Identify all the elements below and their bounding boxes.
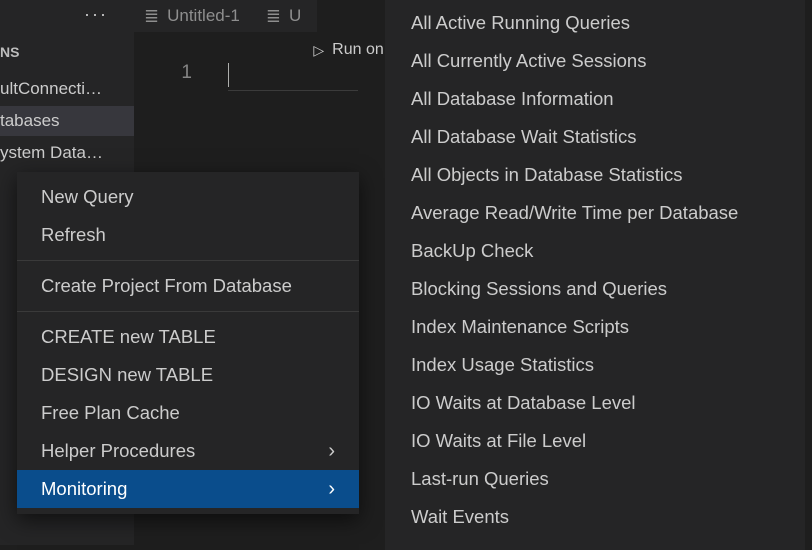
menu-monitoring[interactable]: Monitoring › bbox=[17, 470, 359, 508]
menu-label: Index Usage Statistics bbox=[411, 354, 594, 376]
submenu-item[interactable]: IO Waits at Database Level bbox=[385, 384, 805, 422]
menu-label: New Query bbox=[41, 186, 134, 208]
menu-refresh[interactable]: Refresh bbox=[17, 216, 359, 254]
menu-label: CREATE new TABLE bbox=[41, 326, 216, 348]
menu-label: Create Project From Database bbox=[41, 275, 292, 297]
more-icon[interactable]: ··· bbox=[84, 4, 108, 25]
submenu-item[interactable]: Index Usage Statistics bbox=[385, 346, 805, 384]
tab-untitled-2[interactable]: ≣ U bbox=[256, 0, 317, 32]
menu-new-query[interactable]: New Query bbox=[17, 178, 359, 216]
menu-label: Index Maintenance Scripts bbox=[411, 316, 629, 338]
tab-label: Untitled-1 bbox=[167, 6, 240, 26]
menu-separator bbox=[17, 260, 359, 261]
tree-label: ultConnecti… bbox=[0, 79, 102, 99]
submenu-item[interactable]: Wait Events bbox=[385, 498, 805, 536]
menu-label: IO Waits at File Level bbox=[411, 430, 586, 452]
menu-label: IO Waits at Database Level bbox=[411, 392, 636, 414]
menu-label: All Currently Active Sessions bbox=[411, 50, 646, 72]
tree-item-system-data[interactable]: ystem Data… bbox=[0, 138, 134, 168]
menu-label: DESIGN new TABLE bbox=[41, 364, 213, 386]
menu-label: Free Plan Cache bbox=[41, 402, 180, 424]
editor-line[interactable] bbox=[228, 65, 358, 91]
chevron-right-icon: › bbox=[328, 440, 335, 463]
menu-create-project[interactable]: Create Project From Database bbox=[17, 267, 359, 305]
tab-label: U bbox=[289, 6, 301, 26]
tree-label: ystem Data… bbox=[0, 143, 103, 163]
submenu-item[interactable]: Last-run Queries bbox=[385, 460, 805, 498]
menu-label: All Database Wait Statistics bbox=[411, 126, 637, 148]
menu-label: All Active Running Queries bbox=[411, 12, 630, 34]
context-menu: New Query Refresh Create Project From Da… bbox=[17, 172, 359, 514]
submenu-item[interactable]: Blocking Sessions and Queries bbox=[385, 270, 805, 308]
tab-untitled-1[interactable]: ≣ Untitled-1 bbox=[134, 0, 256, 32]
menu-label: Average Read/Write Time per Database bbox=[411, 202, 738, 224]
line-number: 1 bbox=[150, 62, 210, 92]
submenu-item[interactable]: All Objects in Database Statistics bbox=[385, 156, 805, 194]
submenu-item[interactable]: All Database Wait Statistics bbox=[385, 118, 805, 156]
tree-item-databases[interactable]: tabases bbox=[0, 106, 134, 136]
play-icon: ▷ bbox=[313, 42, 324, 59]
menu-label: Helper Procedures bbox=[41, 440, 195, 462]
submenu-item[interactable]: All Currently Active Sessions bbox=[385, 42, 805, 80]
chevron-right-icon: › bbox=[328, 478, 335, 501]
menu-design-table[interactable]: DESIGN new TABLE bbox=[17, 356, 359, 394]
menu-label: Refresh bbox=[41, 224, 106, 246]
menu-label: Last-run Queries bbox=[411, 468, 549, 490]
submenu-item[interactable]: Average Read/Write Time per Database bbox=[385, 194, 805, 232]
menu-separator bbox=[17, 311, 359, 312]
menu-label: Blocking Sessions and Queries bbox=[411, 278, 667, 300]
sidebar-section-header: NS bbox=[0, 44, 19, 60]
menu-helper-procedures[interactable]: Helper Procedures › bbox=[17, 432, 359, 470]
tree-label: tabases bbox=[0, 111, 60, 131]
menu-label: BackUp Check bbox=[411, 240, 533, 262]
file-icon: ≣ bbox=[266, 6, 281, 27]
tree-item-connection[interactable]: ultConnecti… bbox=[0, 74, 134, 104]
tab-bar: ≣ Untitled-1 ≣ U bbox=[134, 0, 317, 32]
submenu-item[interactable]: IO Waits at File Level bbox=[385, 422, 805, 460]
menu-label: Wait Events bbox=[411, 506, 509, 528]
menu-free-plan-cache[interactable]: Free Plan Cache bbox=[17, 394, 359, 432]
menu-label: Monitoring bbox=[41, 478, 127, 500]
submenu-item[interactable]: All Database Information bbox=[385, 80, 805, 118]
menu-label: All Objects in Database Statistics bbox=[411, 164, 682, 186]
menu-create-table[interactable]: CREATE new TABLE bbox=[17, 318, 359, 356]
submenu-item[interactable]: BackUp Check bbox=[385, 232, 805, 270]
submenu-monitoring: All Active Running Queries All Currently… bbox=[385, 0, 805, 550]
submenu-item[interactable]: All Active Running Queries bbox=[385, 4, 805, 42]
menu-label: All Database Information bbox=[411, 88, 614, 110]
text-cursor bbox=[228, 63, 229, 87]
submenu-item[interactable]: Index Maintenance Scripts bbox=[385, 308, 805, 346]
file-icon: ≣ bbox=[144, 6, 159, 27]
